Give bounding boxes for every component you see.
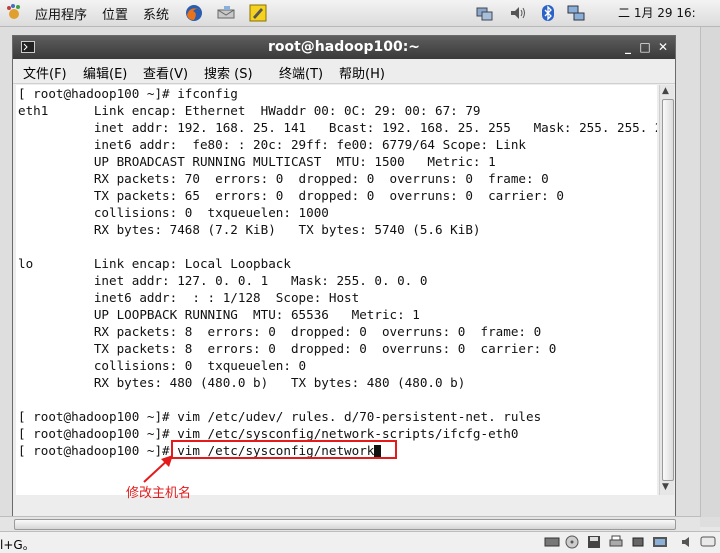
terminal-line: RX bytes: 7468 (7.2 KiB) TX bytes: 5740 … — [18, 222, 481, 237]
firefox-icon[interactable] — [184, 3, 204, 23]
desktop-edge — [700, 27, 720, 517]
terminal-line: TX packets: 8 errors: 0 dropped: 0 overr… — [18, 341, 557, 356]
terminal-line: eth1 Link encap: Ethernet HWaddr 00: 0C:… — [18, 103, 481, 118]
terminal-line: [ root@hadoop100 ~]# vim /etc/udev/ rule… — [18, 409, 542, 424]
scroll-down-icon[interactable]: ▼ — [662, 482, 669, 492]
annotation-label: 修改主机名 — [126, 486, 192, 501]
scroll-up-icon[interactable]: ▲ — [662, 86, 669, 96]
terminal-window: root@hadoop100:~ _ □ ✕ 文件(F) 编辑(E) 查看(V)… — [12, 35, 676, 519]
terminal-line: inet6 addr: fe80: : 20c: 29ff: fe00: 677… — [18, 137, 526, 152]
terminal-line: TX packets: 65 errors: 0 dropped: 0 over… — [18, 188, 564, 203]
network-adapter-icon[interactable] — [652, 535, 668, 549]
vertical-scroll-thumb[interactable] — [662, 99, 674, 481]
bluetooth-icon[interactable] — [538, 3, 558, 23]
bottom-panel: l+G。 — [0, 531, 720, 553]
terminal-line: RX packets: 70 errors: 0 dropped: 0 over… — [18, 171, 549, 186]
floppy-icon[interactable] — [586, 535, 602, 549]
terminal-line: UP BROADCAST RUNNING MULTICAST MTU: 1500… — [18, 154, 496, 169]
horizontal-scrollbar[interactable] — [0, 516, 700, 531]
horizontal-scroll-thumb[interactable] — [14, 519, 676, 530]
terminal-output[interactable]: [ root@hadoop100 ~]# ifconfig eth1 Link … — [16, 85, 657, 495]
terminal-line: RX bytes: 480 (480.0 b) TX bytes: 480 (4… — [18, 375, 466, 390]
message-icon[interactable] — [700, 535, 716, 549]
terminal-line: RX packets: 8 errors: 0 dropped: 0 overr… — [18, 324, 542, 339]
terminal-line: lo Link encap: Local Loopback — [18, 256, 291, 271]
menu-system[interactable]: 系统 — [143, 4, 169, 23]
network-status-icon[interactable] — [474, 3, 494, 23]
sound-device-icon[interactable] — [680, 535, 696, 549]
usb-icon[interactable] — [630, 535, 646, 549]
menu-applications[interactable]: 应用程序 — [35, 4, 87, 23]
vertical-scrollbar[interactable]: ▲ ▼ — [659, 85, 674, 495]
window-menubar: 文件(F) 编辑(E) 查看(V) 搜索 (S) 终端(T) 帮助(H) — [13, 59, 675, 84]
printer-icon[interactable] — [608, 535, 624, 549]
highlight-box — [171, 440, 397, 459]
menu-edit[interactable]: 编辑(E) — [83, 63, 127, 82]
window-titlebar[interactable]: root@hadoop100:~ _ □ ✕ — [13, 36, 675, 59]
panel-clock[interactable]: 二 1月 29 16: — [618, 4, 696, 21]
window-title: root@hadoop100:~ — [267, 39, 421, 55]
terminal-line: inet6 addr: : : 1/128 Scope: Host — [18, 290, 360, 305]
menu-help[interactable]: 帮助(H) — [339, 63, 385, 82]
menu-file[interactable]: 文件(F) — [23, 63, 67, 82]
mail-client-icon[interactable] — [216, 3, 236, 23]
status-hint: l+G。 — [0, 538, 35, 552]
disk-icon[interactable] — [544, 535, 560, 549]
terminal-line: inet addr: 127. 0. 0. 1 Mask: 255. 0. 0.… — [18, 273, 428, 288]
network-manager-icon[interactable] — [566, 3, 586, 23]
minimize-icon[interactable]: _ — [621, 40, 635, 54]
annotation-arrow-icon — [143, 455, 173, 483]
menu-search[interactable]: 搜索 (S) — [204, 63, 253, 82]
terminal-line: [ root@hadoop100 ~]# ifconfig — [18, 86, 238, 101]
gnome-foot-icon[interactable] — [4, 3, 24, 23]
terminal-line: collisions: 0 txqueuelen: 0 — [18, 358, 307, 373]
volume-icon[interactable] — [508, 3, 528, 23]
text-editor-icon[interactable] — [248, 3, 268, 23]
maximize-icon[interactable]: □ — [638, 40, 652, 54]
menu-view[interactable]: 查看(V) — [143, 63, 188, 82]
menu-terminal[interactable]: 终端(T) — [279, 63, 323, 82]
terminal-line: inet addr: 192. 168. 25. 141 Bcast: 192.… — [18, 120, 657, 135]
terminal-line: UP LOOPBACK RUNNING MTU: 65536 Metric: 1 — [18, 307, 420, 322]
menu-places[interactable]: 位置 — [102, 4, 128, 23]
terminal-line: collisions: 0 txqueuelen: 1000 — [18, 205, 329, 220]
cdrom-icon[interactable] — [564, 535, 580, 549]
top-panel: 应用程序 位置 系统 二 1月 29 16: — [0, 0, 720, 27]
close-icon[interactable]: ✕ — [656, 40, 670, 54]
